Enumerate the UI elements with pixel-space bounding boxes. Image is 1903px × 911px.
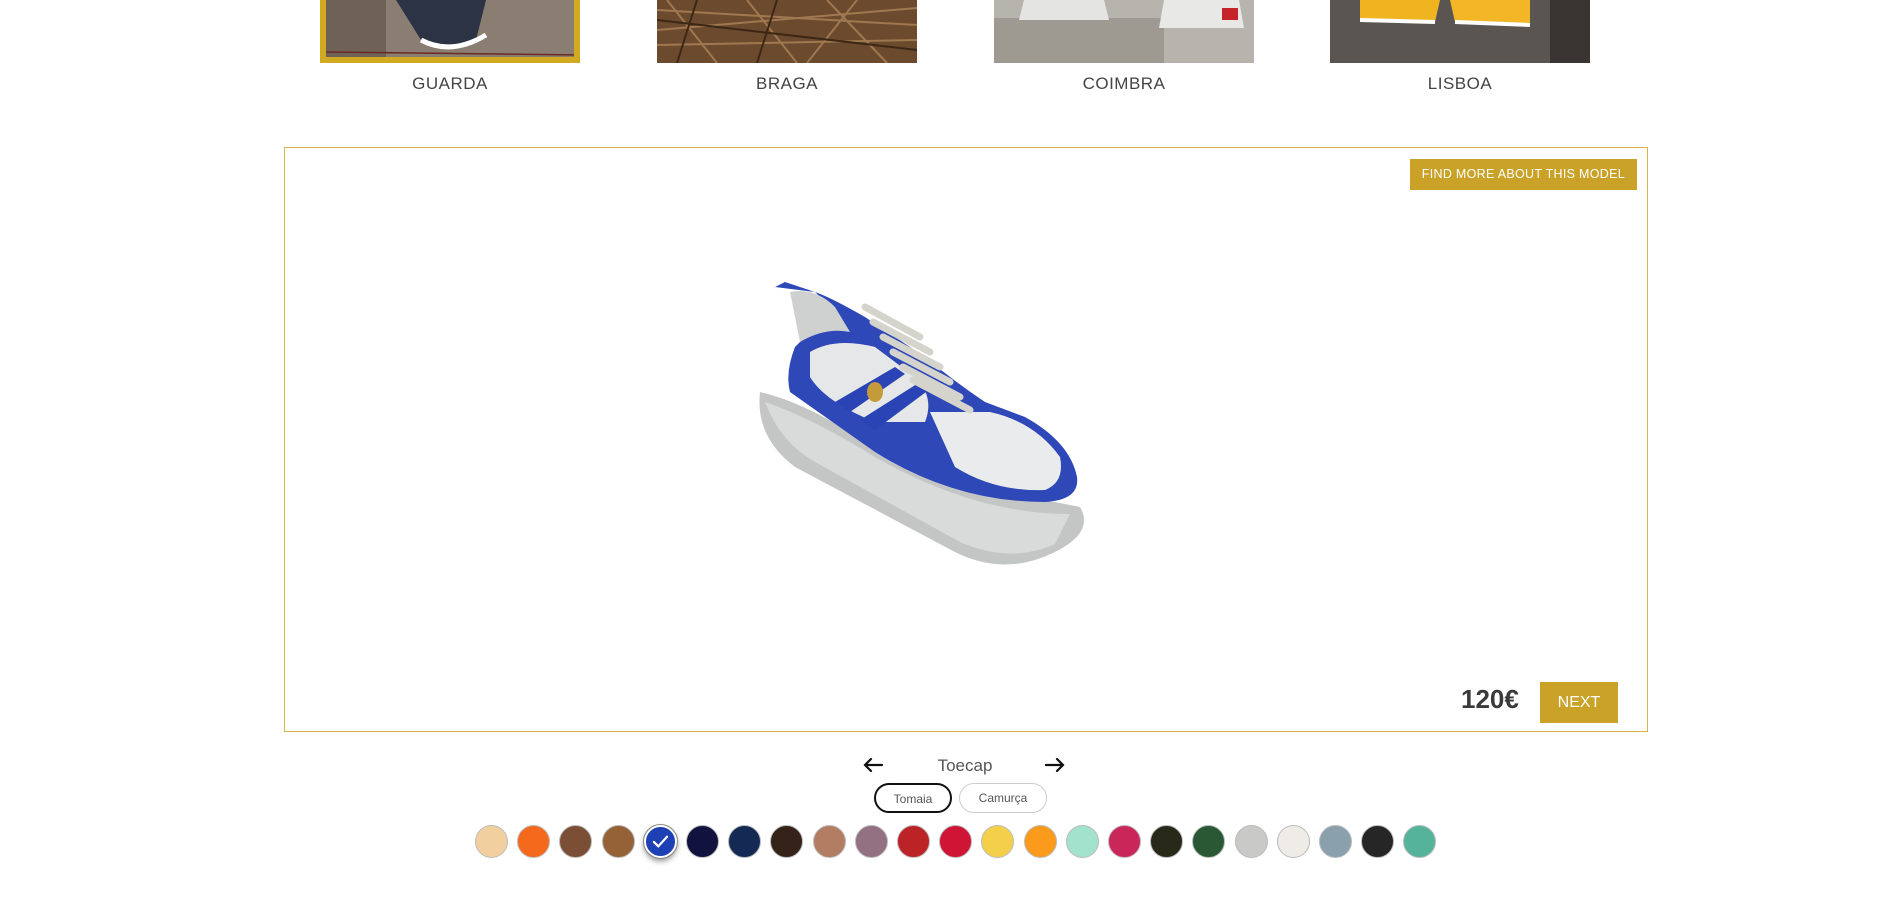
color-swatch[interactable] bbox=[1192, 825, 1226, 858]
model-card-guarda[interactable]: GUARDA bbox=[320, 0, 580, 94]
color-swatch[interactable] bbox=[1150, 825, 1184, 858]
material-option-camurca[interactable]: Camurça bbox=[959, 783, 1047, 813]
part-navigation: Toecap bbox=[0, 750, 1903, 780]
model-name: COIMBRA bbox=[1082, 74, 1166, 93]
model-name: BRAGA bbox=[755, 74, 819, 93]
color-swatch[interactable] bbox=[559, 825, 593, 858]
color-swatch[interactable] bbox=[1023, 825, 1057, 858]
color-swatch[interactable] bbox=[770, 825, 804, 858]
find-more-button[interactable]: FIND MORE ABOUT THIS MODEL bbox=[1409, 159, 1637, 190]
color-swatch[interactable] bbox=[1276, 825, 1310, 858]
material-selector: Tomaia Camurça bbox=[0, 783, 1903, 813]
color-swatch[interactable] bbox=[1403, 825, 1437, 858]
color-swatch[interactable] bbox=[897, 825, 930, 858]
color-swatch[interactable] bbox=[939, 825, 973, 858]
color-swatch-list bbox=[0, 824, 1903, 859]
color-swatch[interactable] bbox=[475, 825, 508, 858]
arrow-right-icon[interactable] bbox=[1044, 750, 1066, 787]
color-swatch[interactable] bbox=[1065, 825, 1099, 858]
model-thumbnail bbox=[994, 0, 1254, 63]
model-card-braga[interactable]: BRAGA bbox=[657, 0, 917, 94]
color-swatch[interactable] bbox=[1234, 825, 1268, 858]
shoe-3d-model[interactable] bbox=[725, 252, 1145, 592]
color-swatch[interactable] bbox=[1361, 825, 1395, 858]
checkmark-icon bbox=[652, 835, 668, 848]
color-swatch[interactable] bbox=[686, 825, 719, 858]
model-name: GUARDA bbox=[412, 74, 488, 93]
color-swatch[interactable] bbox=[1108, 825, 1141, 858]
model-thumbnail bbox=[320, 0, 580, 63]
model-thumbnail bbox=[1330, 0, 1590, 63]
color-swatch[interactable] bbox=[642, 824, 678, 859]
model-card-coimbra[interactable]: COIMBRA bbox=[994, 0, 1254, 94]
color-swatch[interactable] bbox=[517, 825, 551, 858]
next-button[interactable]: NEXT bbox=[1540, 682, 1618, 723]
material-option-tomaia[interactable]: Tomaia bbox=[874, 783, 952, 813]
color-swatch[interactable] bbox=[812, 825, 846, 858]
model-selector: GUARDA BRAGA COIMBRA LISBOA bbox=[0, 0, 1903, 110]
arrow-left-icon[interactable] bbox=[862, 750, 884, 787]
model-thumbnail bbox=[657, 0, 917, 63]
color-swatch[interactable] bbox=[854, 825, 888, 858]
model-name: LISBOA bbox=[1427, 74, 1493, 93]
color-swatch[interactable] bbox=[728, 825, 762, 858]
current-part-label: Toecap bbox=[937, 756, 993, 775]
model-card-lisboa[interactable]: LISBOA bbox=[1330, 0, 1590, 94]
price-label: 120€ bbox=[1461, 684, 1519, 714]
color-swatch[interactable] bbox=[601, 825, 635, 858]
color-swatch[interactable] bbox=[1319, 825, 1352, 858]
color-swatch[interactable] bbox=[981, 825, 1015, 858]
shoe-preview-stage[interactable]: FIND MORE ABOUT THIS MODEL 120€ NEXT bbox=[284, 147, 1648, 732]
